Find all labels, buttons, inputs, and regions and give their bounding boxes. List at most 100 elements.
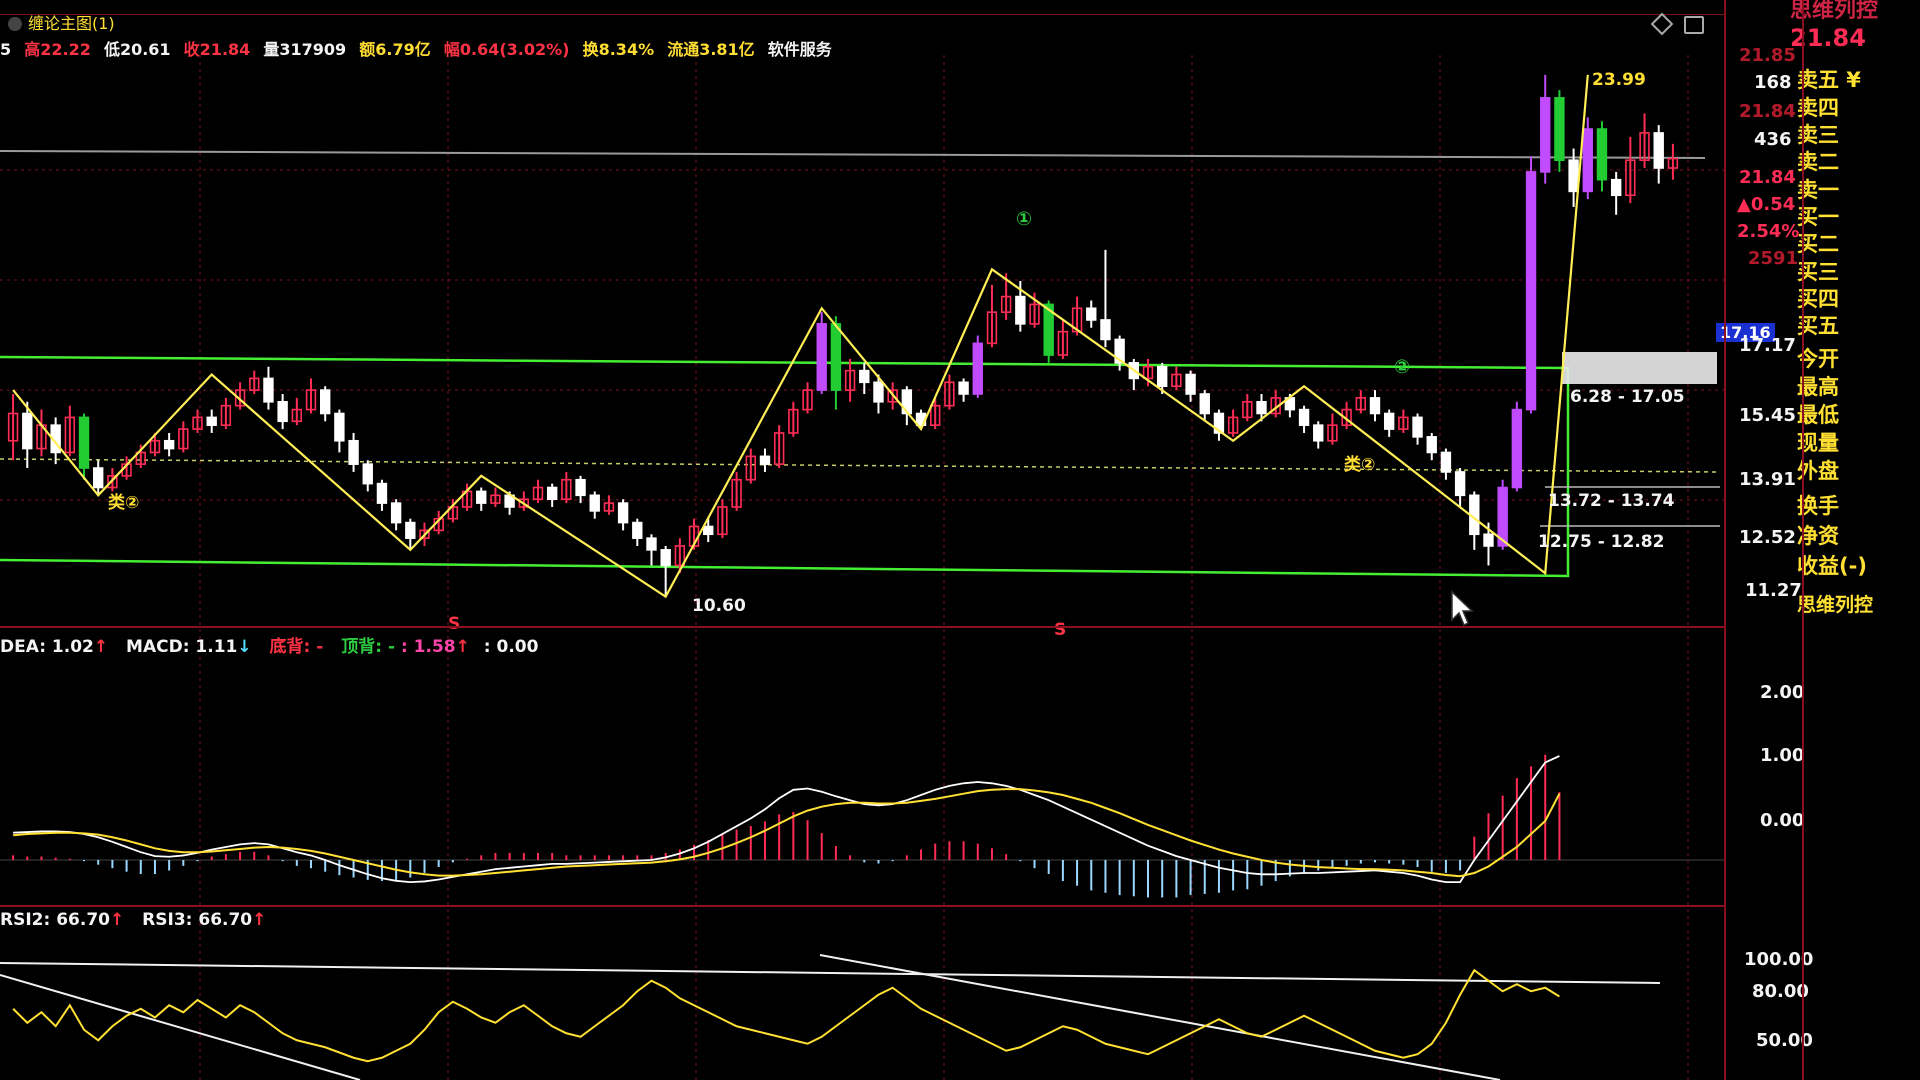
- up-arrow-icon: ↑: [93, 637, 109, 657]
- volume-now: 2591: [1748, 248, 1799, 269]
- candle-body: [319, 389, 331, 415]
- candle-body: [575, 478, 586, 497]
- candle-body: [1582, 128, 1593, 193]
- center-2-label: ②: [1394, 356, 1411, 378]
- range-label-top: 6.28 - 17.05: [1570, 387, 1685, 407]
- ask3-volume: 436: [1754, 129, 1792, 150]
- range-label-low: 12.75 - 12.82: [1538, 532, 1665, 552]
- rsi-axis-tick-1: 80.00: [1752, 981, 1809, 1002]
- rsi-legend-rsi2: RSI2: 66.70: [0, 910, 110, 930]
- layout-toggle-icon[interactable]: [1684, 16, 1704, 34]
- mouse-cursor-icon: [1451, 590, 1474, 627]
- candle-body: [362, 463, 373, 485]
- candle-body: [1015, 295, 1026, 325]
- candle-body: [617, 502, 629, 524]
- main-axis-tick-6: 11.27: [1745, 580, 1802, 601]
- up-arrow-icon-3: ↑: [109, 910, 125, 930]
- candle-body: [589, 494, 600, 512]
- candle-body: [646, 537, 657, 551]
- candle-body: [78, 416, 90, 469]
- candle-body: [1383, 412, 1395, 430]
- bi-zigzag-line: [12, 74, 1589, 599]
- macd-rsi-divider: [0, 905, 1724, 907]
- collapse-icon[interactable]: [8, 17, 22, 31]
- center-1-label: ①: [1016, 208, 1033, 230]
- header-bar: [0, 0, 1725, 15]
- chart-title[interactable]: 缠论主图(1): [8, 10, 115, 34]
- amount-value: 额6.79亿: [359, 40, 431, 59]
- candle-body: [1483, 533, 1494, 547]
- float-cap-value: 流通3.81亿: [667, 40, 755, 59]
- rsi-upper-trend-line: [0, 962, 1661, 984]
- range-label-mid: 13.72 - 13.74: [1548, 491, 1675, 511]
- candle-body: [958, 381, 969, 395]
- down-arrow-icon: ↓: [237, 637, 252, 657]
- candle-body: [1100, 319, 1111, 341]
- candle-body: [1369, 397, 1381, 415]
- candle-body: [873, 381, 884, 403]
- up-arrow-icon-2: ↑: [455, 637, 470, 657]
- volume-value: 量317909: [263, 40, 347, 59]
- candle-body: [1454, 471, 1466, 497]
- candle-body: [1412, 416, 1423, 438]
- candle-body: [390, 502, 402, 524]
- candle-body: [1313, 424, 1324, 442]
- close-value: 收21.84: [183, 40, 251, 59]
- candle-body: [1256, 400, 1267, 415]
- candle-body: [1156, 365, 1168, 388]
- macd-legend-top: 顶背: -: [341, 637, 396, 657]
- book-row-18[interactable]: 思维列控: [1797, 590, 1873, 617]
- macd-axis-tick-2: 0.00: [1760, 810, 1805, 831]
- candle-body: [263, 377, 274, 403]
- mid-dashed-line: [0, 458, 1721, 473]
- candle-body: [1199, 393, 1210, 415]
- rsi-legend: RSI2: 66.70↑ RSI3: 66.70↑: [0, 910, 266, 930]
- turnover-value: 换8.34%: [582, 40, 655, 59]
- candle-body: [1511, 408, 1523, 489]
- bi2-label-right: 类②: [1344, 455, 1376, 475]
- candle-body: [348, 439, 359, 465]
- open-prefix: 5: [0, 40, 12, 59]
- macd-legend: DEA: 1.02↑ MACD: 1.11↓ 底背: - 顶背: - : 1.5…: [0, 632, 538, 657]
- candle-body: [859, 369, 870, 384]
- candle-body: [901, 389, 913, 415]
- candle-body: [1298, 408, 1310, 426]
- candle-body: [1540, 97, 1551, 173]
- macd-legend-bottom: 底背: -: [269, 637, 324, 657]
- candle-body: [546, 486, 558, 501]
- macd-dea-line: [13, 788, 1561, 878]
- change-amount: ▲0.54: [1737, 194, 1796, 215]
- macd-legend-tail: : 1.58: [400, 637, 456, 657]
- macd-legend-zero: : 0.00: [483, 637, 539, 657]
- candle-body: [972, 342, 983, 395]
- rsi-lower-trend-line: [0, 974, 361, 1080]
- bi2-label-left: 类②: [108, 493, 140, 513]
- change-percent: 2.54%: [1737, 221, 1800, 242]
- candle-body: [1568, 159, 1579, 193]
- macd-legend-macd: MACD: 1.11: [126, 637, 238, 657]
- peak-label: 23.99: [1592, 70, 1646, 90]
- change-value: 幅0.64(3.02%): [443, 40, 570, 59]
- chart-title-text: 缠论主图(1): [28, 14, 115, 33]
- book-separator: [1802, 0, 1804, 1080]
- last-price: 21.84: [1739, 167, 1796, 188]
- candle-body: [632, 521, 643, 539]
- candle-body: [1525, 171, 1537, 411]
- macd-axis-tick-1: 1.00: [1760, 745, 1805, 766]
- main-axis-tick-4: 13.91: [1739, 469, 1796, 490]
- book-row-17[interactable]: 收益(-): [1797, 550, 1867, 580]
- up-arrow-icon-4: ↑: [252, 910, 267, 930]
- reference-line: [0, 150, 1706, 159]
- main-axis-tick-5: 12.52: [1739, 527, 1796, 548]
- candle-body: [22, 412, 33, 450]
- candle-body: [1610, 178, 1622, 197]
- low-label: 10.60: [692, 596, 746, 616]
- main-axis-tick-2: 17.17: [1739, 335, 1796, 356]
- candle-body: [163, 439, 175, 450]
- candle-body: [1554, 97, 1565, 162]
- candle-body: [703, 525, 714, 536]
- range-band-top: [1562, 352, 1717, 384]
- candle-body: [830, 323, 842, 391]
- candle-body: [1653, 132, 1664, 169]
- book-row-0[interactable]: 卖五 ¥: [1797, 64, 1861, 94]
